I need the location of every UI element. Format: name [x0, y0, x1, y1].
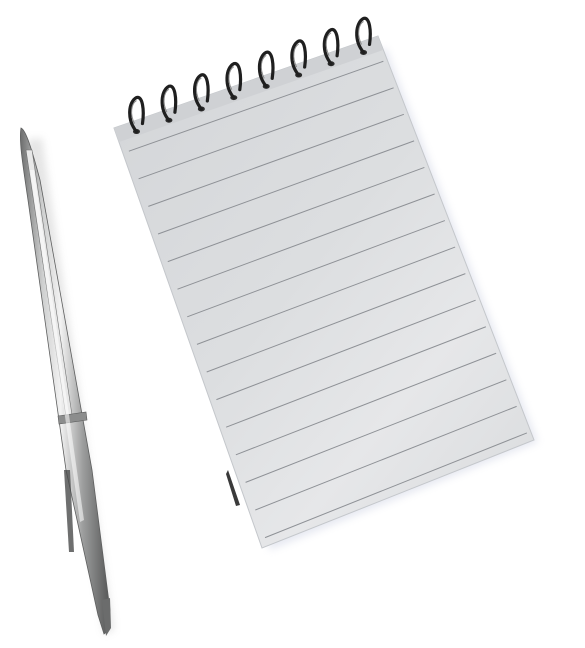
pen — [19, 127, 114, 636]
pen-highlight — [30, 170, 84, 522]
photo-scene — [19, 16, 538, 636]
notepad — [113, 16, 538, 550]
